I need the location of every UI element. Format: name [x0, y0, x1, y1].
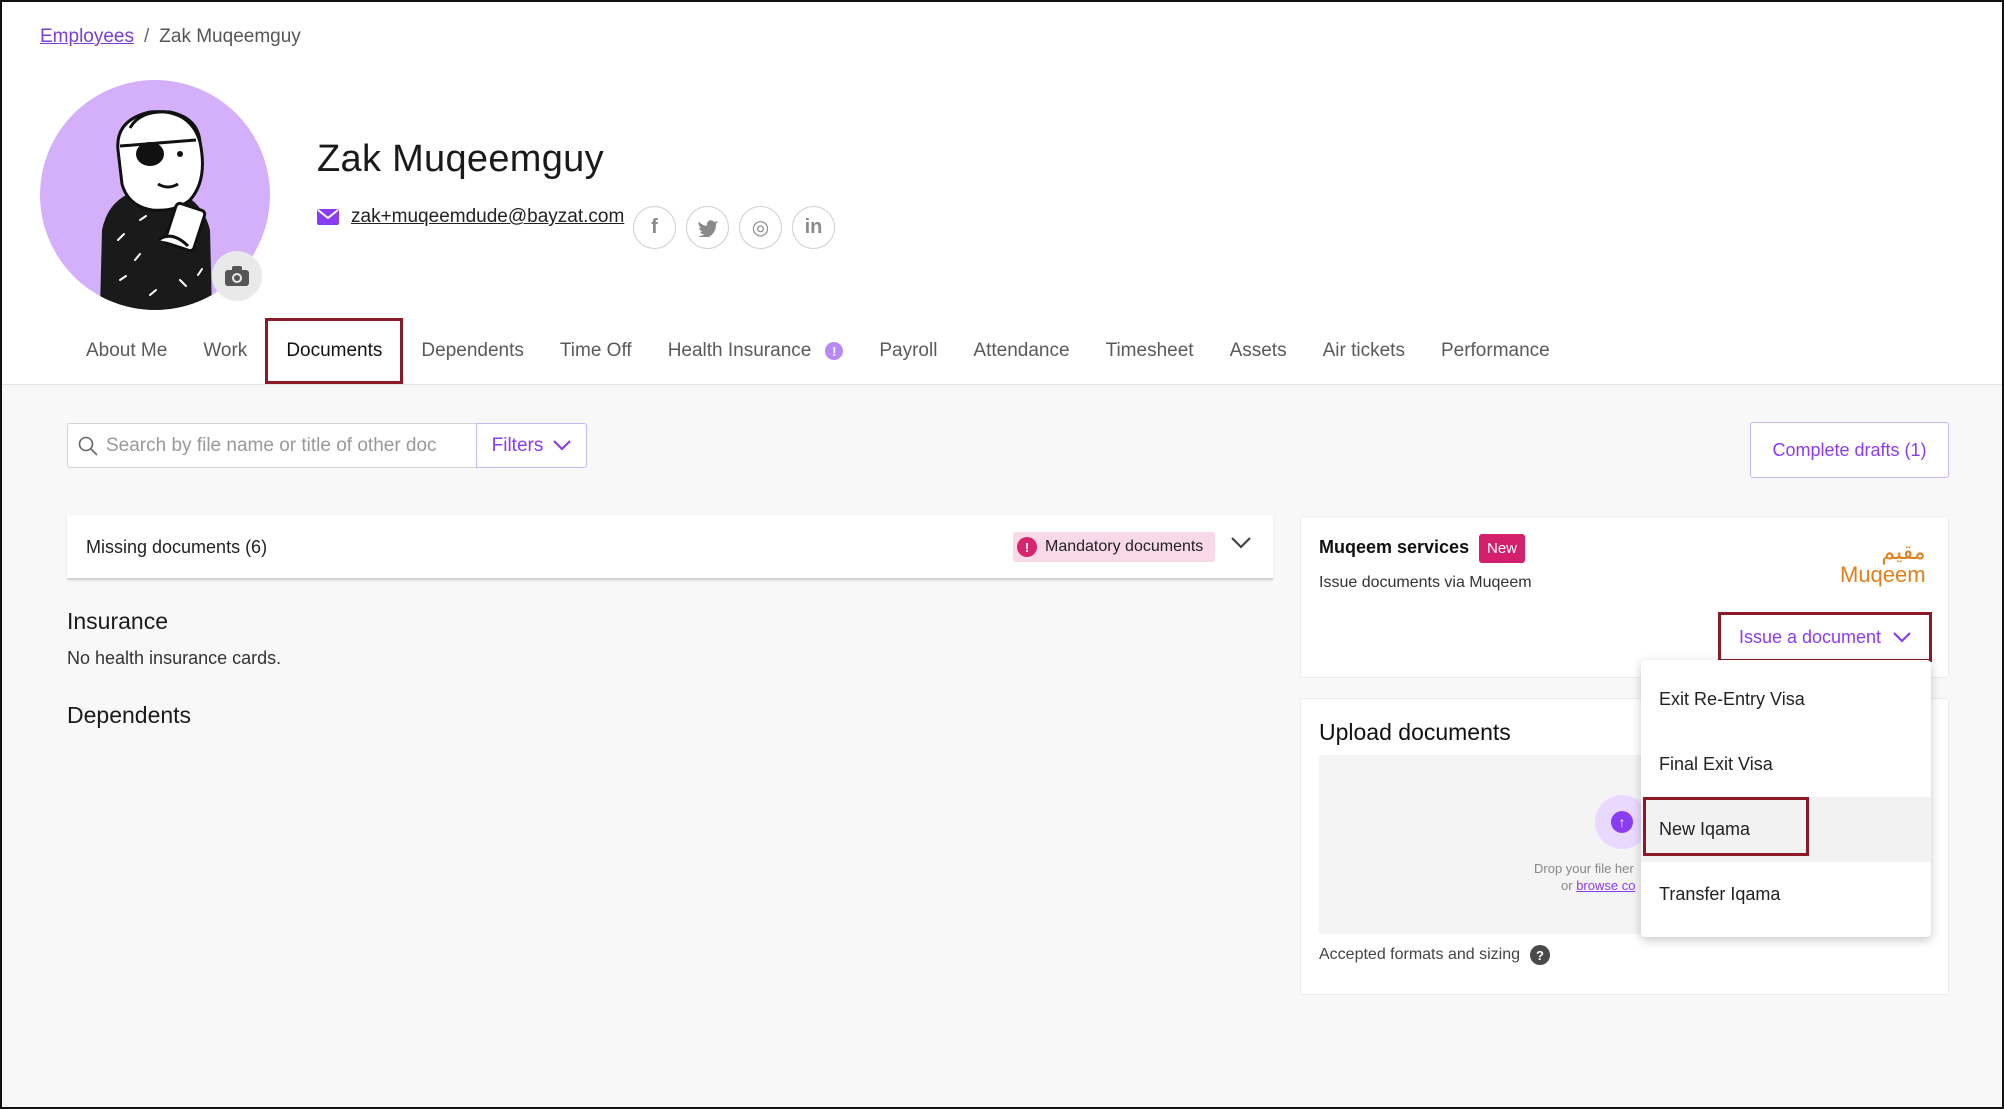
- tab-time-off[interactable]: Time Off: [542, 318, 650, 384]
- chevron-down-icon: [1893, 631, 1911, 643]
- tab-work[interactable]: Work: [185, 318, 265, 384]
- twitter-icon[interactable]: [686, 206, 729, 249]
- muqeem-logo-english: Muqeem: [1840, 562, 1926, 587]
- muqeem-title: Muqeem services: [1319, 537, 1470, 557]
- mandatory-documents-label: Mandatory documents: [1045, 538, 1204, 555]
- camera-icon: [225, 266, 249, 286]
- email-link[interactable]: zak+muqeemdude@bayzat.com: [351, 206, 624, 228]
- muqeem-subtitle: Issue documents via Muqeem: [1319, 574, 1532, 591]
- new-badge: New: [1479, 534, 1526, 563]
- exclamation-icon: !: [1017, 537, 1037, 557]
- or-text: or: [1561, 878, 1573, 893]
- help-icon[interactable]: ?: [1530, 945, 1550, 965]
- accepted-formats-label: Accepted formats and sizing: [1319, 946, 1520, 963]
- missing-documents-panel[interactable]: Missing documents (6) ! Mandatory docume…: [67, 515, 1273, 580]
- search-input[interactable]: [106, 434, 466, 457]
- insurance-title: Insurance: [67, 608, 169, 634]
- tab-performance[interactable]: Performance: [1423, 318, 1568, 384]
- menu-item-new-iqama[interactable]: New Iqama: [1641, 797, 1931, 862]
- complete-drafts-button[interactable]: Complete drafts (1): [1750, 422, 1949, 478]
- change-photo-button[interactable]: [212, 251, 262, 301]
- instagram-icon[interactable]: ◎: [739, 206, 782, 249]
- issue-document-button[interactable]: Issue a document: [1718, 612, 1932, 662]
- menu-item-transfer-iqama[interactable]: Transfer Iqama: [1641, 862, 1931, 927]
- highlight-box: [1643, 797, 1809, 856]
- tab-health-insurance-label: Health Insurance: [667, 340, 812, 361]
- profile-header: Employees / Zak Muqeemguy Zak Muqeemguy …: [0, 0, 2004, 385]
- social-links: f ◎ in: [633, 206, 835, 249]
- breadcrumb: Employees / Zak Muqeemguy: [40, 26, 301, 48]
- browse-link[interactable]: browse co: [1576, 878, 1635, 893]
- issue-document-dropdown: Exit Re-Entry Visa Final Exit Visa New I…: [1641, 660, 1931, 937]
- dependents-title: Dependents: [67, 702, 192, 728]
- tab-payroll[interactable]: Payroll: [861, 318, 955, 384]
- filters-label: Filters: [491, 434, 544, 456]
- tab-attendance[interactable]: Attendance: [955, 318, 1087, 384]
- search-box: [67, 423, 477, 468]
- browse-row: or browse co: [1561, 878, 1635, 893]
- menu-item-final-exit-visa[interactable]: Final Exit Visa: [1641, 732, 1931, 797]
- chevron-down-icon: [553, 440, 572, 451]
- email-row: zak+muqeemdude@bayzat.com: [317, 206, 624, 228]
- breadcrumb-separator: /: [144, 26, 150, 47]
- upload-title: Upload documents: [1319, 719, 1511, 745]
- filters-button[interactable]: Filters: [476, 423, 587, 468]
- tab-air-tickets[interactable]: Air tickets: [1305, 318, 1423, 384]
- tab-about-me[interactable]: About Me: [68, 318, 185, 384]
- tab-documents[interactable]: Documents: [265, 318, 404, 384]
- breadcrumb-current: Zak Muqeemguy: [159, 26, 301, 47]
- accepted-formats: Accepted formats and sizing ?: [1319, 945, 1550, 965]
- profile-tabs: About Me Work Documents Dependents Time …: [68, 318, 1568, 384]
- muqeem-logo: مقيم Muqeem: [1840, 541, 1926, 587]
- tab-health-insurance[interactable]: Health Insurance !: [650, 318, 862, 384]
- breadcrumb-employees-link[interactable]: Employees: [40, 26, 134, 47]
- drop-text: Drop your file her: [1534, 861, 1634, 876]
- employee-name: Zak Muqeemguy: [317, 138, 604, 180]
- insurance-text: No health insurance cards.: [67, 648, 282, 668]
- menu-item-exit-re-entry-visa[interactable]: Exit Re-Entry Visa: [1641, 667, 1931, 732]
- linkedin-icon[interactable]: in: [792, 206, 835, 249]
- chevron-down-icon[interactable]: [1231, 537, 1251, 549]
- missing-documents-title: Missing documents (6): [86, 537, 268, 557]
- facebook-icon[interactable]: f: [633, 206, 676, 249]
- tab-assets[interactable]: Assets: [1212, 318, 1305, 384]
- tab-dependents[interactable]: Dependents: [403, 318, 541, 384]
- mail-icon: [317, 209, 339, 225]
- alert-icon: !: [825, 342, 844, 360]
- muqeem-services-card: Muqeem services New Issue documents via …: [1300, 516, 1949, 678]
- mandatory-documents-badge: ! Mandatory documents: [1013, 532, 1216, 562]
- muqeem-logo-arabic: مقيم: [1881, 539, 1926, 564]
- tab-timesheet[interactable]: Timesheet: [1088, 318, 1212, 384]
- issue-document-label: Issue a document: [1738, 626, 1882, 647]
- search-icon: [78, 436, 98, 456]
